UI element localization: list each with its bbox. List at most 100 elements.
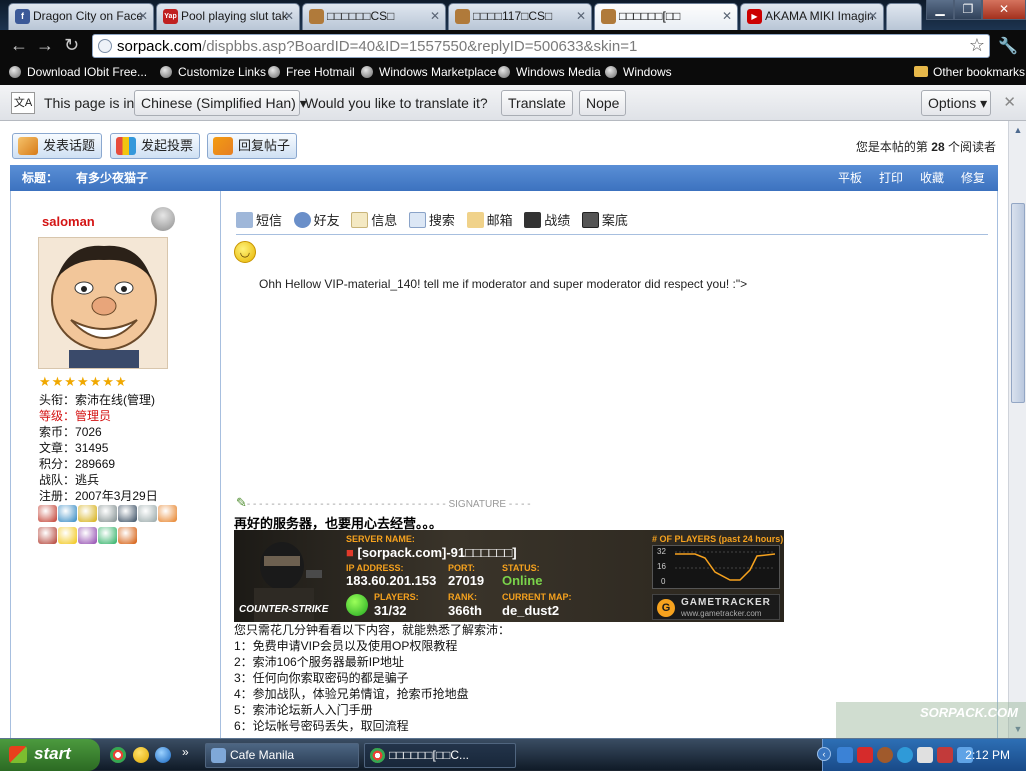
list-item[interactable]: 6：论坛帐号密码丢失，取回流程	[234, 718, 510, 734]
tracker-url: www.gametracker.com	[681, 609, 762, 618]
scroll-up-icon[interactable]: ▲	[1011, 123, 1025, 137]
medal-icon	[38, 505, 57, 522]
list-item[interactable]: 1：免费申请VIP会员以及使用OP权限教程	[234, 638, 510, 654]
ie-icon[interactable]	[155, 747, 171, 763]
medal-icon	[138, 505, 157, 522]
list-item[interactable]: 4：参加战队，体验兄弟情谊，抢索币抢地盘	[234, 686, 510, 702]
back-icon[interactable]: ←	[10, 34, 28, 56]
user-sidebar: saloman ★★★★★★★ 头衔：索沛在线(管理) 等级：管理员 索币：70…	[11, 191, 221, 738]
print-link[interactable]: 打印	[879, 165, 903, 191]
medal-icon	[78, 505, 97, 522]
volume-icon[interactable]	[917, 747, 933, 763]
forward-icon[interactable]: →	[36, 34, 54, 56]
task-cafe-manila[interactable]: Cafe Manila	[205, 743, 359, 768]
close-tab-icon[interactable]: ✕	[868, 4, 878, 28]
divider	[236, 234, 988, 235]
close-tab-icon[interactable]: ✕	[284, 4, 294, 28]
record-link[interactable]: 战绩	[524, 210, 570, 229]
favorite-link[interactable]: 收藏	[920, 165, 944, 191]
new-topic-button[interactable]: 发表话题	[12, 133, 103, 159]
email-link[interactable]: 邮箱	[466, 210, 513, 229]
page-icon	[268, 66, 280, 78]
messenger-icon[interactable]	[133, 747, 149, 763]
bookmark-star-icon[interactable]: ☆	[969, 35, 985, 56]
address-bar[interactable]: sorpack.com/dispbbs.asp?BoardID=40&ID=15…	[92, 34, 990, 58]
clock[interactable]: 2:12 PM	[965, 748, 1010, 762]
port: 27019	[448, 573, 485, 588]
flat-view-link[interactable]: 平板	[838, 165, 862, 191]
friend-link[interactable]: 好友	[293, 210, 340, 229]
info-row: 索币：7026	[39, 425, 102, 439]
smiley-icon: ◡	[234, 241, 256, 263]
page-icon	[160, 66, 172, 78]
status: Online	[502, 573, 543, 588]
show-hidden-icons[interactable]: ‹	[817, 747, 831, 761]
search-link[interactable]: 搜索	[408, 210, 455, 229]
globe-icon	[98, 39, 112, 53]
close-tab-icon[interactable]: ✕	[430, 4, 440, 28]
bookmark-windows-marketplace[interactable]: Windows Marketplace	[361, 65, 496, 79]
graph-tick: 16	[657, 562, 666, 571]
chevron-right-icon[interactable]: »	[182, 745, 189, 759]
bookmark-customize-links[interactable]: Customize Links	[160, 65, 266, 79]
port-label: PORT:	[448, 563, 475, 573]
close-tab-icon[interactable]: ✕	[138, 4, 148, 28]
reply-button[interactable]: 回复帖子	[207, 133, 298, 159]
bookmarks-bar: Download IObit Free... Customize Links F…	[0, 60, 1026, 85]
list-item[interactable]: 3：任何向你索取密码的都是骗子	[234, 670, 510, 686]
antivirus-icon[interactable]	[857, 747, 873, 763]
reload-icon[interactable]: ↻	[64, 34, 79, 56]
translate-button[interactable]: Translate	[501, 90, 573, 116]
app-tray-icon[interactable]	[877, 747, 893, 763]
tab-youtube[interactable]: ▶ AKAMA MIKI Imagin ✕	[740, 3, 884, 30]
close-infobar-icon[interactable]: ✕	[1003, 93, 1016, 111]
close-tab-icon[interactable]: ✕	[722, 4, 732, 28]
close-window-button[interactable]: ✕	[982, 0, 1026, 20]
tab-dragon-city[interactable]: f Dragon City on Face ✕	[8, 3, 154, 30]
translate-question: Would you like to translate it?	[305, 95, 488, 111]
network-icon[interactable]	[837, 747, 853, 763]
scroll-thumb[interactable]	[1011, 203, 1025, 403]
start-button[interactable]: start	[0, 739, 100, 771]
gametracker-icon: G	[657, 599, 675, 617]
language-select[interactable]: Chinese (Simplified Han) ▾	[134, 90, 307, 116]
gametracker-logo: G GAMETRACKER www.gametracker.com	[652, 594, 780, 620]
maximize-button[interactable]: ❐	[954, 0, 982, 20]
avatar-icon	[601, 9, 616, 24]
status-label: STATUS:	[502, 563, 540, 573]
list-item[interactable]: 2：索沛106个服务器最新IP地址	[234, 654, 510, 670]
tab-current[interactable]: □□□□□□[□□ ✕	[594, 3, 738, 30]
bookmark-iobit[interactable]: Download IObit Free...	[9, 65, 147, 79]
history-link[interactable]: 案底	[581, 210, 628, 229]
repair-link[interactable]: 修复	[961, 165, 985, 191]
tab-cs1[interactable]: □□□□□□CS□ ✕	[302, 3, 446, 30]
chrome-icon	[370, 748, 385, 763]
list-item[interactable]: 5：索沛论坛新人入门手册	[234, 702, 510, 718]
security-icon[interactable]	[937, 747, 953, 763]
bookmark-windows[interactable]: Windows	[605, 65, 672, 79]
bookmark-free-hotmail[interactable]: Free Hotmail	[268, 65, 355, 79]
update-icon[interactable]	[897, 747, 913, 763]
flag-icon: ■	[346, 545, 354, 560]
info-link[interactable]: 信息	[351, 210, 397, 229]
username[interactable]: saloman	[42, 214, 95, 229]
player-trend-line	[675, 551, 775, 581]
new-tab-button[interactable]	[886, 3, 922, 30]
options-button[interactable]: Options ▾	[921, 90, 991, 116]
new-poll-button[interactable]: 发起投票	[110, 133, 201, 159]
pm-link[interactable]: 短信	[236, 210, 282, 229]
tab-pool[interactable]: Yap Pool playing slut tak ✕	[156, 3, 300, 30]
minimize-button[interactable]: ▁	[926, 0, 954, 20]
close-tab-icon[interactable]: ✕	[576, 4, 586, 28]
other-bookmarks[interactable]: Other bookmarks	[914, 65, 1025, 79]
avatar	[38, 237, 168, 369]
wrench-icon[interactable]: 🔧	[998, 36, 1018, 56]
chrome-icon[interactable]	[110, 747, 126, 763]
gametracker-banner[interactable]: COUNTER-STRIKE SERVER NAME: ■ [sorpack.c…	[234, 530, 784, 622]
tab-cs2[interactable]: □□□□117□CS□ ✕	[448, 3, 592, 30]
nope-button[interactable]: Nope	[579, 90, 627, 116]
bookmark-windows-media[interactable]: Windows Media	[498, 65, 601, 79]
signature-divider: ✎- - - - - - - - - - - - - - - - - - - -…	[236, 495, 531, 510]
page-scrollbar[interactable]: ▲ ▼	[1008, 121, 1026, 738]
task-chrome[interactable]: □□□□□□[□□C...	[364, 743, 516, 768]
